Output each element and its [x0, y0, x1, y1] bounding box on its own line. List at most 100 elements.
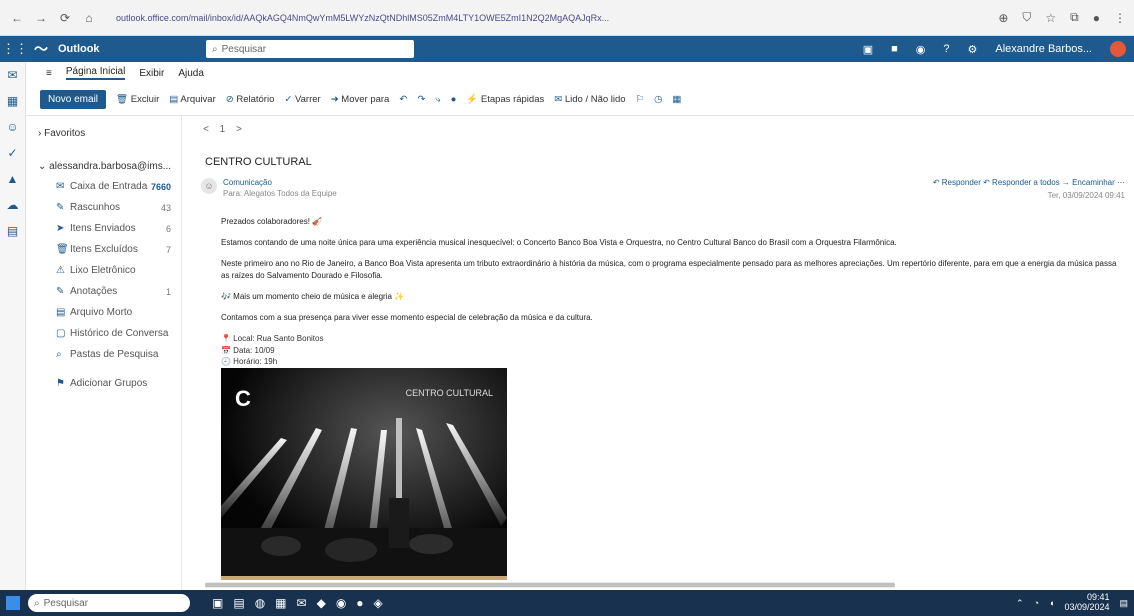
- clock-date: 03/09/2024: [1064, 602, 1110, 612]
- ribbon-item-12[interactable]: ◷: [654, 94, 662, 105]
- forward-icon[interactable]: →: [32, 9, 50, 27]
- folder-item[interactable]: ▤ Arquivo Morto: [26, 302, 181, 323]
- reload-icon[interactable]: ⟳: [56, 9, 74, 27]
- brand: 〜 Outlook: [30, 39, 180, 59]
- ribbon-item-4[interactable]: ➜ Mover para: [331, 94, 390, 105]
- teams-app-icon[interactable]: ◆: [317, 596, 326, 610]
- folder-item[interactable]: ⌕ Pastas de Pesquisa: [26, 344, 181, 365]
- mail-icon[interactable]: ✉: [7, 68, 17, 82]
- mail-app-icon[interactable]: ✉: [297, 596, 307, 610]
- store-icon[interactable]: ▦: [275, 596, 286, 610]
- ribbon-item-8[interactable]: ●: [451, 94, 457, 105]
- folder-item[interactable]: ✉ Caixa de Entrada 7660: [26, 176, 181, 197]
- favorites-header[interactable]: › Favoritos: [26, 124, 181, 143]
- hamburger-icon[interactable]: ≡: [46, 68, 52, 79]
- home-icon[interactable]: ⌂: [80, 9, 98, 27]
- folder-count: 43: [160, 202, 171, 213]
- message-body: Prezados colaboradores! 🎻 Estamos contan…: [221, 216, 1121, 379]
- ribbon-item-3[interactable]: ✓ Varrer: [284, 94, 320, 105]
- bell-icon[interactable]: ◉: [916, 43, 926, 56]
- ribbon-item-9[interactable]: ⚡ Etapas rápidas: [466, 94, 544, 105]
- recipients: Para: Alegatos Todos da Equipe: [223, 189, 337, 198]
- profile-icon[interactable]: ●: [1093, 11, 1100, 25]
- folder-count: 6: [165, 223, 171, 234]
- tab-help[interactable]: Ajuda: [178, 68, 204, 79]
- chrome-icon[interactable]: ◉: [336, 596, 346, 610]
- ribbon-icon: ✓: [284, 94, 293, 105]
- message-pager[interactable]: < 1 >: [203, 124, 246, 135]
- zoom-icon[interactable]: ⊕: [998, 11, 1008, 25]
- back-icon[interactable]: ←: [8, 9, 26, 27]
- ribbon-icon: ●: [450, 94, 457, 105]
- reply-actions[interactable]: ↶ Responder ↶ Responder a todos → Encami…: [933, 178, 1125, 187]
- message-date: Ter, 03/09/2024 09:41: [1047, 191, 1125, 200]
- taskbar-search-input[interactable]: ⌕ Pesquisar: [28, 594, 190, 612]
- address-bar[interactable]: outlook.office.com/mail/inbox/id/AAQkAGQ…: [108, 7, 648, 29]
- folder-item[interactable]: ✎ Rascunhos 43: [26, 197, 181, 218]
- account-header[interactable]: ⌄ alessandra.barbosa@ims...: [26, 157, 181, 176]
- ribbon-item-7[interactable]: ⤷: [435, 94, 440, 105]
- settings-icon[interactable]: ⚙: [968, 43, 978, 56]
- folder-item[interactable]: ▢ Histórico de Conversa: [26, 323, 181, 344]
- cloud-icon[interactable]: ☁: [7, 198, 19, 212]
- horizontal-scrollbar[interactable]: [205, 582, 895, 588]
- org-logo-icon: 〜: [34, 42, 48, 58]
- meet-icon[interactable]: ▣: [863, 43, 873, 56]
- folder-icon: ✉: [56, 181, 65, 192]
- ribbon-label: Lido / Não lido: [564, 94, 626, 105]
- help-icon[interactable]: ?: [943, 43, 949, 55]
- folder-label: Histórico de Conversa: [70, 328, 169, 339]
- scrollbar-thumb[interactable]: [205, 583, 895, 587]
- volume-icon[interactable]: ◖: [1049, 598, 1054, 608]
- notifications-icon[interactable]: ▤: [1119, 598, 1128, 609]
- app-icon[interactable]: ◈: [374, 596, 383, 610]
- folder-item[interactable]: ⚠ Lixo Eletrônico: [26, 260, 181, 281]
- clock[interactable]: 09:41 03/09/2024: [1064, 592, 1110, 613]
- image-caption-bar: [221, 576, 507, 580]
- app-launcher-icon[interactable]: ⋮⋮: [0, 36, 30, 62]
- folder-item[interactable]: ✎ Anotações 1: [26, 281, 181, 302]
- ribbon-item-1[interactable]: ▤ Arquivar: [169, 94, 215, 105]
- ribbon-label: Etapas rápidas: [480, 94, 545, 105]
- search-icon: ⌕: [34, 597, 40, 609]
- file-explorer-icon[interactable]: ▤: [233, 596, 244, 610]
- folder-item[interactable]: ➤ Itens Enviados 6: [26, 218, 181, 239]
- start-icon[interactable]: [6, 596, 20, 610]
- sender-name[interactable]: Comunicação: [223, 178, 272, 187]
- outlook-app-icon[interactable]: ●: [356, 596, 363, 610]
- folder-item[interactable]: 🗑 Itens Excluídos 7: [26, 239, 181, 260]
- ribbon-item-13[interactable]: ▦: [672, 94, 681, 105]
- tab-home[interactable]: Página Inicial: [65, 66, 126, 80]
- ribbon-item-10[interactable]: ✉ Lido / Não lido: [554, 94, 625, 105]
- extensions-icon[interactable]: ⧉: [1070, 10, 1079, 25]
- photo-logo-right: CENTRO CULTURAL: [405, 388, 493, 398]
- teams-icon[interactable]: ■: [891, 43, 898, 55]
- todo-icon[interactable]: ✓: [7, 146, 17, 160]
- people-icon[interactable]: ☺: [6, 120, 18, 134]
- apps-icon[interactable]: ▤: [7, 224, 18, 238]
- calendar-icon[interactable]: ▦: [7, 94, 18, 108]
- chevron-up-icon[interactable]: ⌃: [1016, 598, 1024, 609]
- tab-view[interactable]: Exibir: [139, 68, 164, 79]
- star-icon[interactable]: ☆: [1045, 11, 1056, 25]
- menu-icon[interactable]: ⋮: [1114, 11, 1126, 25]
- new-mail-button[interactable]: Novo email: [40, 90, 107, 109]
- ribbon-item-5[interactable]: ↶: [399, 94, 407, 105]
- ribbon-item-6[interactable]: ↷: [417, 94, 425, 105]
- avatar[interactable]: [1110, 41, 1126, 57]
- wifi-icon[interactable]: ◔: [1034, 598, 1039, 608]
- search-input[interactable]: ⌕ Pesquisar: [206, 40, 414, 58]
- user-name[interactable]: Alexandre Barbos...: [995, 43, 1092, 55]
- edge-icon[interactable]: ◍: [255, 596, 265, 610]
- sender-avatar[interactable]: ☺: [201, 178, 217, 194]
- greeting: Prezados colaboradores! 🎻: [221, 217, 323, 226]
- shield-icon[interactable]: ⛉: [1022, 10, 1031, 25]
- task-view-icon[interactable]: ▣: [212, 596, 223, 610]
- add-groups-link[interactable]: ⚑ Adicionar Grupos: [26, 373, 181, 394]
- ribbon-item-2[interactable]: ⊘ Relatório: [226, 94, 275, 105]
- ribbon-label: Arquivar: [180, 94, 216, 105]
- paragraph-1: Estamos contando de uma noite única para…: [221, 238, 897, 247]
- ribbon-item-0[interactable]: 🗑 Excluir: [116, 94, 159, 105]
- ribbon-item-11[interactable]: ⚐: [636, 94, 645, 105]
- files-icon[interactable]: ▲: [7, 172, 19, 186]
